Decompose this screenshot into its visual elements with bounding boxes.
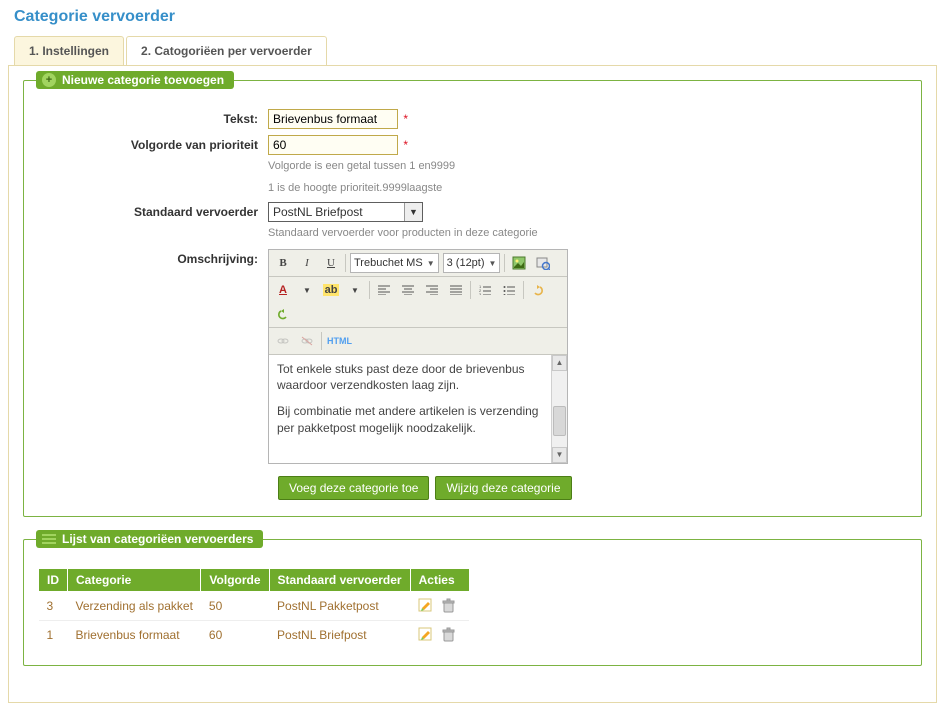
label-tekst: Tekst: xyxy=(38,109,268,126)
group-header-new-category: + Nieuwe categorie toevoegen xyxy=(36,71,234,89)
hint-volgorde-priority: 1 is de hoogte prioriteit.9999laagste xyxy=(268,182,455,194)
page-title: Categorie vervoerder xyxy=(14,8,937,26)
input-tekst[interactable] xyxy=(268,109,398,129)
category-table: ID Categorie Volgorde Standaard vervoerd… xyxy=(38,568,470,649)
bold-button[interactable]: B xyxy=(273,253,293,273)
font-size-value: 3 (12pt) xyxy=(447,257,485,269)
text-color-dropdown[interactable]: ▼ xyxy=(297,280,317,300)
highlight-dropdown[interactable]: ▼ xyxy=(345,280,365,300)
chevron-down-icon: ▼ xyxy=(489,259,497,268)
edit-icon[interactable] xyxy=(418,598,434,614)
cell-categorie[interactable]: Brievenbus formaat xyxy=(68,621,201,650)
cell-id: 3 xyxy=(39,592,68,621)
group-category-list: Lijst van categoriëen vervoerders ID Cat… xyxy=(23,539,922,666)
delete-icon[interactable] xyxy=(441,598,457,614)
col-categorie: Categorie xyxy=(68,569,201,592)
preview-button[interactable] xyxy=(533,253,553,273)
undo-button[interactable] xyxy=(528,280,548,300)
chevron-down-icon: ▼ xyxy=(404,203,422,221)
delete-icon[interactable] xyxy=(441,627,457,643)
add-category-button[interactable]: Voeg deze categorie toe xyxy=(278,476,429,500)
group-title-category-list: Lijst van categoriëen vervoerders xyxy=(62,532,253,546)
toolbar-separator xyxy=(470,281,471,299)
unlink-button[interactable] xyxy=(297,331,317,351)
label-omschrijving: Omschrijving: xyxy=(38,249,268,266)
unordered-list-button[interactable] xyxy=(499,280,519,300)
required-star: * xyxy=(403,138,408,152)
group-new-category: + Nieuwe categorie toevoegen Tekst: * Vo… xyxy=(23,80,922,517)
redo-button[interactable] xyxy=(273,304,293,324)
scroll-down-button[interactable]: ▼ xyxy=(552,447,567,463)
font-size-select[interactable]: 3 (12pt) ▼ xyxy=(443,253,501,273)
chevron-down-icon: ▼ xyxy=(427,259,435,268)
highlight-button[interactable]: ab xyxy=(321,280,341,300)
align-center-button[interactable] xyxy=(398,280,418,300)
cell-volgorde: 50 xyxy=(201,592,269,621)
tab-panel: + Nieuwe categorie toevoegen Tekst: * Vo… xyxy=(8,65,937,703)
col-acties: Acties xyxy=(410,569,469,592)
cell-id: 1 xyxy=(39,621,68,650)
tab-categorieen-per-vervoerder[interactable]: 2. Catogoriëen per vervoerder xyxy=(126,36,327,65)
required-star: * xyxy=(403,112,408,126)
align-right-button[interactable] xyxy=(422,280,442,300)
select-value: PostNL Briefpost xyxy=(269,205,367,219)
label-volgorde: Volgorde van prioriteit xyxy=(38,135,268,152)
underline-button[interactable]: U xyxy=(321,253,341,273)
insert-image-button[interactable] xyxy=(509,253,529,273)
input-volgorde[interactable] xyxy=(268,135,398,155)
toolbar-separator xyxy=(345,254,346,272)
align-justify-button[interactable] xyxy=(446,280,466,300)
group-title-new-category: Nieuwe categorie toevoegen xyxy=(62,73,224,87)
scroll-track[interactable] xyxy=(552,371,567,447)
cell-acties xyxy=(410,592,469,621)
editor-toolbar-row1: B I U Trebuchet MS ▼ 3 (12pt) ▼ xyxy=(269,250,567,277)
edit-icon[interactable] xyxy=(418,627,434,643)
col-standaard: Standaard vervoerder xyxy=(269,569,410,592)
cell-acties xyxy=(410,621,469,650)
font-family-value: Trebuchet MS xyxy=(354,257,423,269)
select-standaard-vervoerder[interactable]: PostNL Briefpost ▼ xyxy=(268,202,423,222)
table-row: 1 Brievenbus formaat 60 PostNL Briefpost xyxy=(39,621,470,650)
rich-text-editor: B I U Trebuchet MS ▼ 3 (12pt) ▼ xyxy=(268,249,568,464)
tab-instellingen[interactable]: 1. Instellingen xyxy=(14,36,124,65)
scroll-up-button[interactable]: ▲ xyxy=(552,355,567,371)
editor-content[interactable]: Tot enkele stuks past deze door de briev… xyxy=(269,355,567,463)
italic-button[interactable]: I xyxy=(297,253,317,273)
cell-volgorde: 60 xyxy=(201,621,269,650)
editor-toolbar-row2: A ▼ ab ▼ 123 xyxy=(269,277,567,328)
list-icon xyxy=(42,534,56,544)
link-button[interactable] xyxy=(273,331,293,351)
text-color-button[interactable]: A xyxy=(273,280,293,300)
cell-standaard[interactable]: PostNL Briefpost xyxy=(269,621,410,650)
toolbar-separator xyxy=(523,281,524,299)
tabs: 1. Instellingen 2. Catogoriëen per vervo… xyxy=(14,36,937,65)
cell-standaard[interactable]: PostNL Pakketpost xyxy=(269,592,410,621)
align-left-button[interactable] xyxy=(374,280,394,300)
toolbar-separator xyxy=(369,281,370,299)
group-header-category-list: Lijst van categoriëen vervoerders xyxy=(36,530,263,548)
plus-icon: + xyxy=(42,73,56,87)
editor-paragraph-1: Tot enkele stuks past deze door de briev… xyxy=(277,361,551,393)
editor-toolbar-row3: HTML xyxy=(269,328,567,355)
editor-paragraph-2: Bij combinatie met andere artikelen is v… xyxy=(277,403,551,435)
col-id: ID xyxy=(39,569,68,592)
hint-standaard-vervoerder: Standaard vervoerder voor producten in d… xyxy=(268,227,538,239)
scroll-thumb[interactable] xyxy=(553,406,566,436)
ordered-list-button[interactable]: 123 xyxy=(475,280,495,300)
editor-scrollbar[interactable]: ▲ ▼ xyxy=(551,355,567,463)
toolbar-separator xyxy=(504,254,505,272)
font-family-select[interactable]: Trebuchet MS ▼ xyxy=(350,253,439,273)
toolbar-separator xyxy=(321,332,322,350)
hint-volgorde-range: Volgorde is een getal tussen 1 en9999 xyxy=(268,160,455,172)
col-volgorde: Volgorde xyxy=(201,569,269,592)
cell-categorie[interactable]: Verzending als pakket xyxy=(68,592,201,621)
html-source-button[interactable]: HTML xyxy=(326,331,353,351)
edit-category-button[interactable]: Wijzig deze categorie xyxy=(435,476,571,500)
svg-text:3: 3 xyxy=(479,292,482,295)
table-row: 3 Verzending als pakket 50 PostNL Pakket… xyxy=(39,592,470,621)
label-standaard-vervoerder: Standaard vervoerder xyxy=(38,202,268,219)
